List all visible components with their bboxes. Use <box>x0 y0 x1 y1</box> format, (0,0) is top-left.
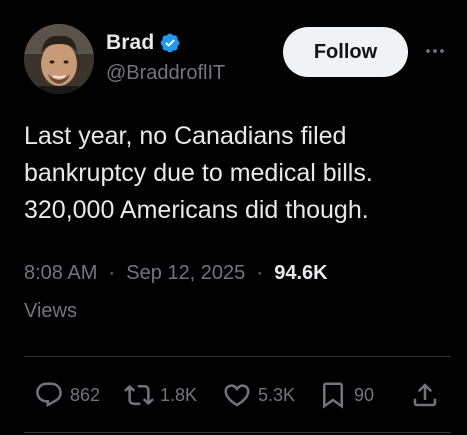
tweet-date[interactable]: Sep 12, 2025 <box>126 262 245 284</box>
meta-separator: · <box>250 262 269 284</box>
follow-button[interactable]: Follow <box>283 27 408 77</box>
bookmark-icon <box>318 380 348 410</box>
share-icon <box>410 380 440 410</box>
heart-icon <box>222 380 252 410</box>
tweet-text-line: Last year, no Canadians filed <box>24 122 347 150</box>
bookmark-count: 90 <box>354 384 375 405</box>
views-label: Views <box>24 300 77 322</box>
tweet-text-line: bankruptcy due to medical bills. <box>24 159 373 187</box>
repost-icon <box>124 380 154 410</box>
author-name-row[interactable]: Brad <box>106 28 181 58</box>
tweet-card: Brad @BraddroflIT Follow Last year, no C… <box>0 0 467 435</box>
verified-badge-icon <box>159 32 181 54</box>
divider <box>24 432 451 433</box>
share-button[interactable] <box>410 378 440 412</box>
reply-button[interactable]: 862 <box>34 378 100 412</box>
reply-count: 862 <box>70 384 101 405</box>
repost-button[interactable]: 1.8K <box>124 378 197 412</box>
like-count: 5.3K <box>258 384 296 405</box>
reply-icon <box>34 380 64 410</box>
tweet-time[interactable]: 8:08 AM <box>24 262 97 284</box>
repost-count: 1.8K <box>160 384 198 405</box>
tweet-meta: 8:08 AM · Sep 12, 2025 · 94.6K <box>24 262 328 285</box>
author-handle[interactable]: @BraddroflIT <box>106 62 225 85</box>
avatar-image <box>24 24 94 94</box>
divider <box>24 356 451 357</box>
avatar[interactable] <box>24 24 94 94</box>
views-count: 94.6K <box>274 262 328 284</box>
like-button[interactable]: 5.3K <box>222 378 295 412</box>
tweet-text-line: 320,000 Americans did though. <box>24 196 369 224</box>
tweet-text: Last year, no Canadians filed bankruptcy… <box>24 118 454 229</box>
meta-separator: · <box>102 262 121 284</box>
bookmark-button[interactable]: 90 <box>318 378 374 412</box>
more-horizontal-icon[interactable] <box>420 36 450 66</box>
author-display-name[interactable]: Brad <box>106 31 154 55</box>
